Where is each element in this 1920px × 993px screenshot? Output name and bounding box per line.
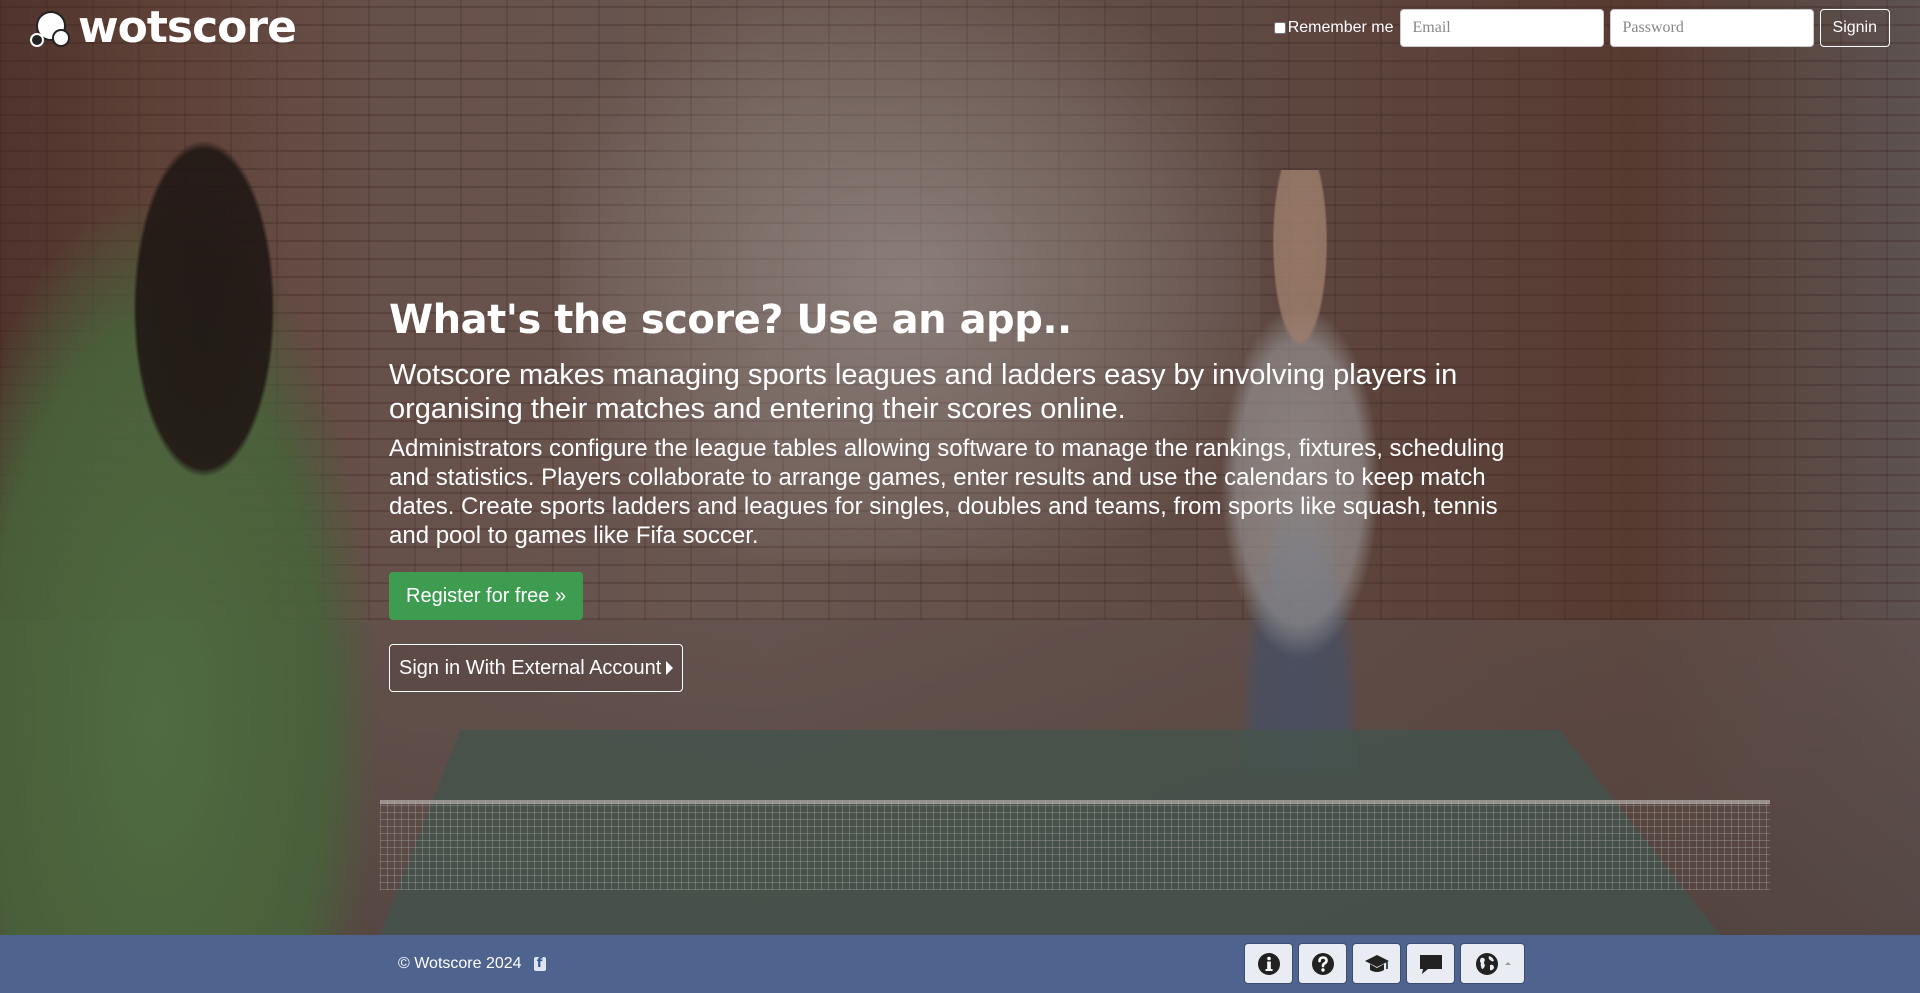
- copyright-text: © Wotscore 2024: [398, 955, 522, 972]
- caret-right-icon: [666, 661, 673, 675]
- tutorial-button[interactable]: [1352, 943, 1401, 984]
- globe-icon: [1475, 952, 1498, 975]
- page-title: What's the score? Use an app..: [389, 297, 1072, 343]
- graduation-cap-icon: [1364, 954, 1389, 972]
- chat-icon: [1419, 954, 1442, 974]
- help-button[interactable]: [1298, 943, 1347, 984]
- external-signin-label: Sign in With External Account: [399, 656, 662, 679]
- signin-form: Remember me Signin: [1273, 9, 1890, 47]
- site-logo[interactable]: wotscore: [30, 2, 297, 53]
- lead-paragraph: Wotscore makes managing sports leagues a…: [389, 359, 1458, 425]
- remember-me-label: Remember me: [1287, 19, 1394, 36]
- footer: © Wotscore 2024 f: [0, 935, 1920, 993]
- hero-content: What's the score? Use an app.. Wotscore …: [389, 292, 1539, 692]
- register-button[interactable]: Register for free »: [389, 572, 584, 620]
- description-paragraph: Administrators configure the league tabl…: [389, 435, 1505, 549]
- help-icon: [1311, 952, 1334, 975]
- external-signin-button[interactable]: Sign in With External Account: [389, 644, 683, 692]
- footer-toolbar: [1244, 943, 1525, 984]
- password-field[interactable]: [1609, 9, 1814, 47]
- feedback-button[interactable]: [1406, 943, 1455, 984]
- remember-me-checkbox[interactable]: [1273, 22, 1286, 34]
- logo-text: wotscore: [78, 2, 297, 53]
- language-dropdown[interactable]: [1460, 943, 1525, 984]
- sports-balls-icon: [30, 7, 76, 49]
- copyright: © Wotscore 2024 f: [398, 955, 546, 973]
- facebook-icon[interactable]: f: [533, 957, 546, 971]
- email-field[interactable]: [1399, 9, 1604, 47]
- remember-me[interactable]: Remember me: [1273, 19, 1394, 37]
- info-icon: [1257, 952, 1280, 975]
- info-button[interactable]: [1244, 943, 1293, 984]
- chevron-up-icon: [1504, 962, 1511, 965]
- signin-button[interactable]: Signin: [1819, 9, 1890, 47]
